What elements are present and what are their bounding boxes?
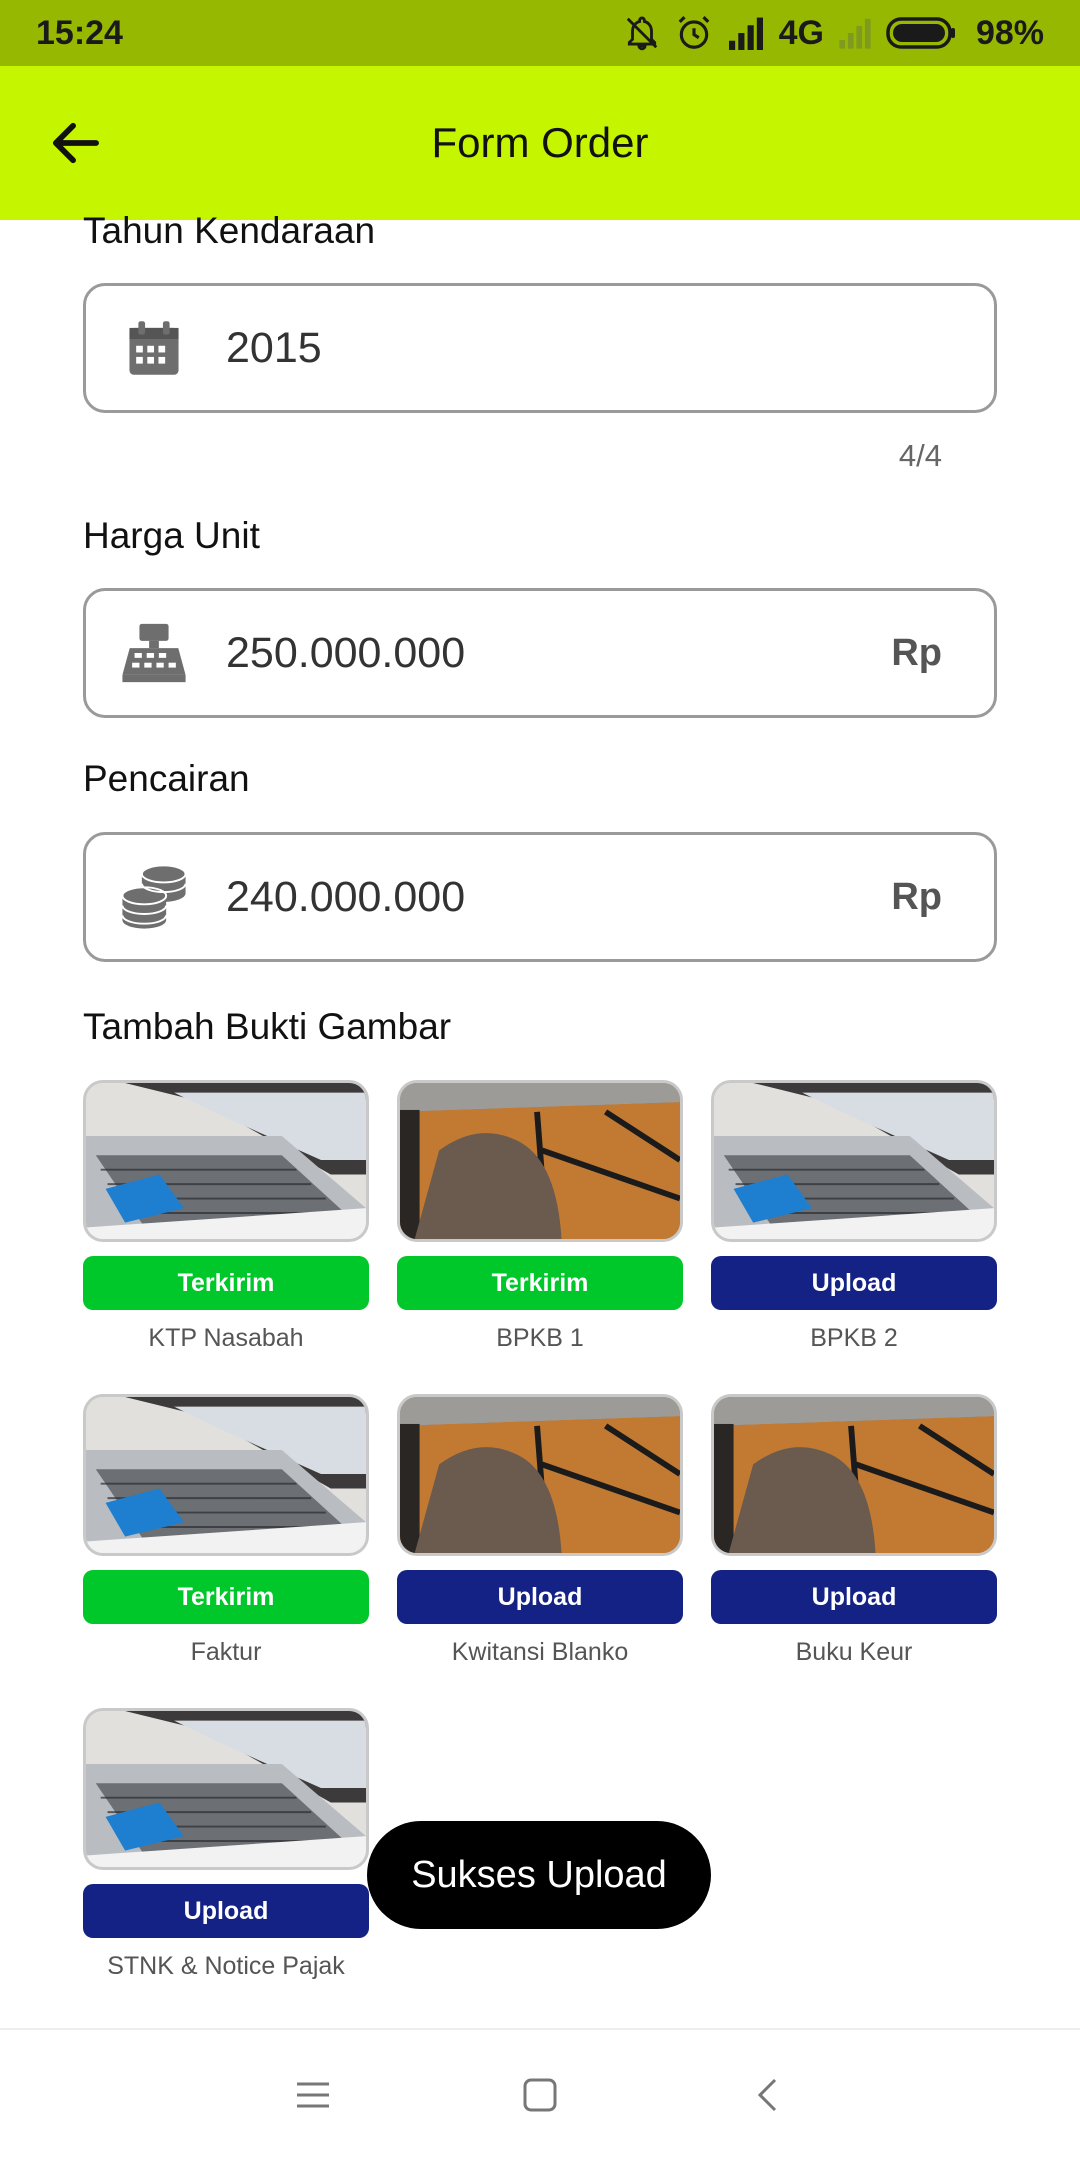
image-thumbnail[interactable] [397,1394,683,1556]
arrow-left-icon [52,122,99,164]
signal-weak-icon [838,17,872,49]
image-caption: Faktur [190,1638,262,1666]
sent-status-button[interactable]: Terkirim [397,1256,683,1310]
upload-button[interactable]: Upload [83,1884,369,1938]
image-thumbnail[interactable] [711,1080,997,1242]
status-bar: 15:24 4G 98% [0,0,1080,66]
upload-button[interactable]: Upload [711,1256,997,1310]
network-type: 4G [778,13,824,52]
image-card: Terkirim KTP Nasabah [83,1080,369,1353]
system-nav-bar [0,2028,1080,2160]
alarm-icon [675,14,713,52]
image-card: Upload STNK & Notice Pajak [83,1708,369,1981]
unit-price-field[interactable]: 250.000.000 Rp [83,588,997,718]
notifications-off-icon [623,14,661,52]
menu-button[interactable] [273,2055,353,2135]
sent-status-button[interactable]: Terkirim [83,1570,369,1624]
upload-button[interactable]: Upload [711,1570,997,1624]
home-button[interactable] [500,2055,580,2135]
image-card: Upload BPKB 2 [711,1080,997,1353]
image-thumbnail[interactable] [711,1394,997,1556]
toast-message: Sukses Upload [367,1821,711,1929]
page-title: Form Order [431,119,649,166]
image-card: Upload Kwitansi Blanko [397,1394,683,1667]
disbursement-label: Pencairan [83,758,250,799]
image-thumbnail[interactable] [83,1708,369,1870]
year-value: 2015 [226,323,322,372]
image-thumbnail[interactable] [83,1080,369,1242]
unit-price-currency: Rp [891,631,942,674]
app-bar: Form Order [0,66,1080,220]
images-section-title: Tambah Bukti Gambar [83,1006,452,1047]
sent-status-button[interactable]: Terkirim [83,1256,369,1310]
image-card: Terkirim Faktur [83,1394,369,1667]
unit-price-label: Harga Unit [83,515,260,556]
image-caption: Kwitansi Blanko [451,1638,629,1666]
image-caption: KTP Nasabah [148,1324,304,1352]
battery-percent: 98% [975,13,1044,52]
image-thumbnail[interactable] [83,1394,369,1556]
status-time: 15:24 [36,13,123,52]
back-button[interactable] [40,112,110,174]
image-caption: BPKB 1 [496,1324,584,1352]
disbursement-value: 240.000.000 [226,872,466,921]
image-card: Terkirim BPKB 1 [397,1080,683,1353]
calendar-icon [116,310,192,386]
image-thumbnail[interactable] [397,1080,683,1242]
year-char-counter: 4/4 [898,438,942,473]
image-caption: BPKB 2 [810,1324,898,1352]
cash-register-icon [116,615,192,691]
status-icons: 4G 98% [623,14,1044,53]
year-field[interactable]: 2015 [83,283,997,413]
upload-button[interactable]: Upload [397,1570,683,1624]
home-square-icon [523,2078,557,2112]
coins-icon [116,859,192,935]
system-back-button[interactable] [727,2055,807,2135]
disbursement-field[interactable]: 240.000.000 Rp [83,832,997,962]
chevron-left-icon [757,2078,776,2112]
year-label: Tahun Kendaraan [83,210,376,251]
signal-icon [727,16,765,50]
disbursement-currency: Rp [891,875,942,918]
image-caption: Buku Keur [795,1638,913,1666]
image-caption: STNK & Notice Pajak [107,1952,345,1980]
unit-price-value: 250.000.000 [226,628,466,677]
menu-icon [297,2082,330,2108]
battery-icon [886,16,956,50]
image-card: Upload Buku Keur [711,1394,997,1667]
